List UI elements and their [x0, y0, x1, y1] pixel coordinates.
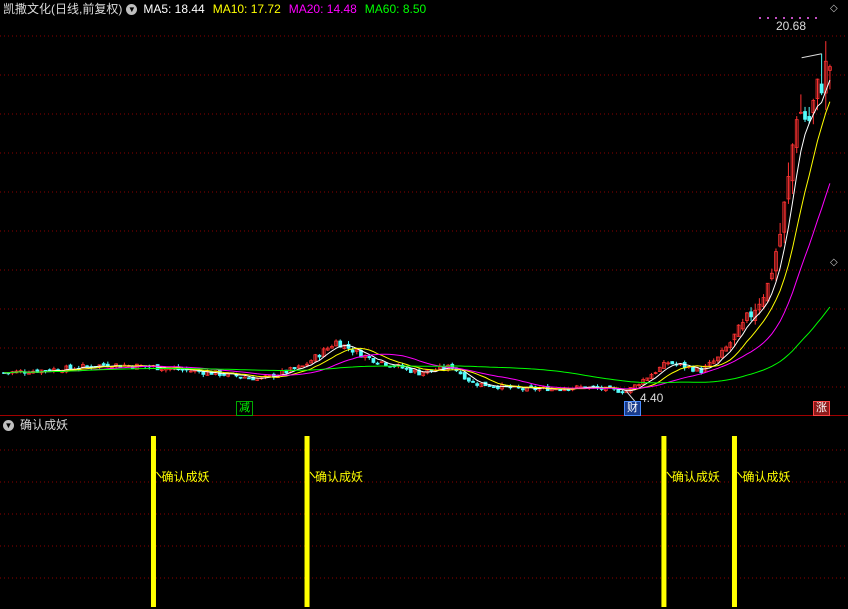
chart-header: 凯撒文化(日线,前复权) ▼ MA5: 18.44 MA10: 17.72 MA20: … — [3, 2, 434, 16]
kline-chart — [0, 17, 848, 416]
candle — [616, 389, 621, 393]
candle — [620, 391, 625, 394]
high-price-label: 20.68 — [776, 19, 807, 33]
limit-up-tag[interactable]: 涨 — [813, 401, 830, 416]
limit-dot — [767, 17, 769, 19]
candle — [475, 383, 480, 386]
signal-bar — [304, 436, 310, 607]
candle — [238, 376, 243, 379]
ma60-line — [4, 306, 831, 384]
candle — [85, 365, 89, 368]
candle — [404, 367, 409, 370]
candle — [242, 376, 247, 379]
candle — [375, 362, 380, 365]
ma20-line — [4, 183, 831, 390]
signal-label: 确认成妖 — [161, 470, 210, 484]
stock-title[interactable]: 凯撒文化(日线,前复权) — [3, 2, 122, 16]
indicator-header: ▼ 确认成妖 — [3, 418, 68, 432]
limit-dot — [807, 17, 809, 19]
reduce-tag[interactable]: 减 — [236, 401, 253, 416]
candle — [566, 389, 571, 391]
candle — [670, 361, 675, 365]
candle — [462, 372, 467, 380]
candle — [384, 362, 388, 366]
signal-label: 确认成妖 — [315, 470, 364, 484]
finance-tag[interactable]: 财 — [624, 401, 641, 416]
candle — [367, 356, 372, 359]
candle — [371, 358, 376, 363]
signal-label: 确认成妖 — [671, 470, 720, 484]
ma-legend: MA5: 18.44 MA10: 17.72 MA20: 14.48 MA60: 8.… — [143, 2, 434, 16]
ma-legend-item: MA20: 14.48 — [288, 2, 357, 16]
candle — [408, 368, 413, 373]
low-price-label: 4.40 — [640, 391, 664, 405]
candle — [247, 377, 251, 380]
chevron-down-icon[interactable]: ▼ — [3, 420, 14, 432]
ma-legend-item: MA10: 17.72 — [212, 2, 281, 16]
indicator-title: 确认成妖 — [20, 418, 69, 432]
candle — [819, 83, 824, 94]
ma-legend-item: MA60: 8.50 — [364, 2, 427, 16]
candle — [471, 380, 475, 383]
diamond-icon[interactable]: ◇ — [830, 256, 838, 270]
candle — [807, 116, 812, 121]
candle — [803, 111, 807, 120]
collapse-icon[interactable]: ◇ — [830, 2, 838, 16]
candle — [491, 386, 496, 388]
candle — [201, 371, 206, 375]
candle — [350, 349, 355, 353]
signal-bar — [731, 436, 737, 607]
candle — [222, 374, 226, 376]
candle — [496, 386, 500, 389]
candle — [558, 389, 563, 392]
limit-dot — [759, 17, 761, 19]
candle — [799, 111, 803, 114]
signal-bar — [661, 436, 667, 607]
high-marker — [801, 53, 822, 59]
candle — [520, 388, 525, 391]
ma10-line — [4, 101, 831, 390]
candle — [292, 367, 297, 370]
candle — [749, 311, 753, 318]
limit-dot — [815, 17, 817, 19]
ma-legend-item: MA5: 18.44 — [143, 2, 205, 16]
indicator-chart — [0, 436, 848, 607]
candle — [68, 364, 73, 369]
ma5-line — [4, 79, 831, 392]
candle — [467, 377, 471, 382]
candle — [101, 363, 106, 366]
candle — [691, 366, 695, 372]
candle — [458, 371, 463, 375]
candle — [317, 354, 322, 358]
chevron-down-icon[interactable]: ▼ — [126, 4, 138, 16]
signal-bar — [150, 436, 156, 607]
candle — [487, 385, 492, 387]
signal-label: 确认成妖 — [742, 470, 791, 484]
